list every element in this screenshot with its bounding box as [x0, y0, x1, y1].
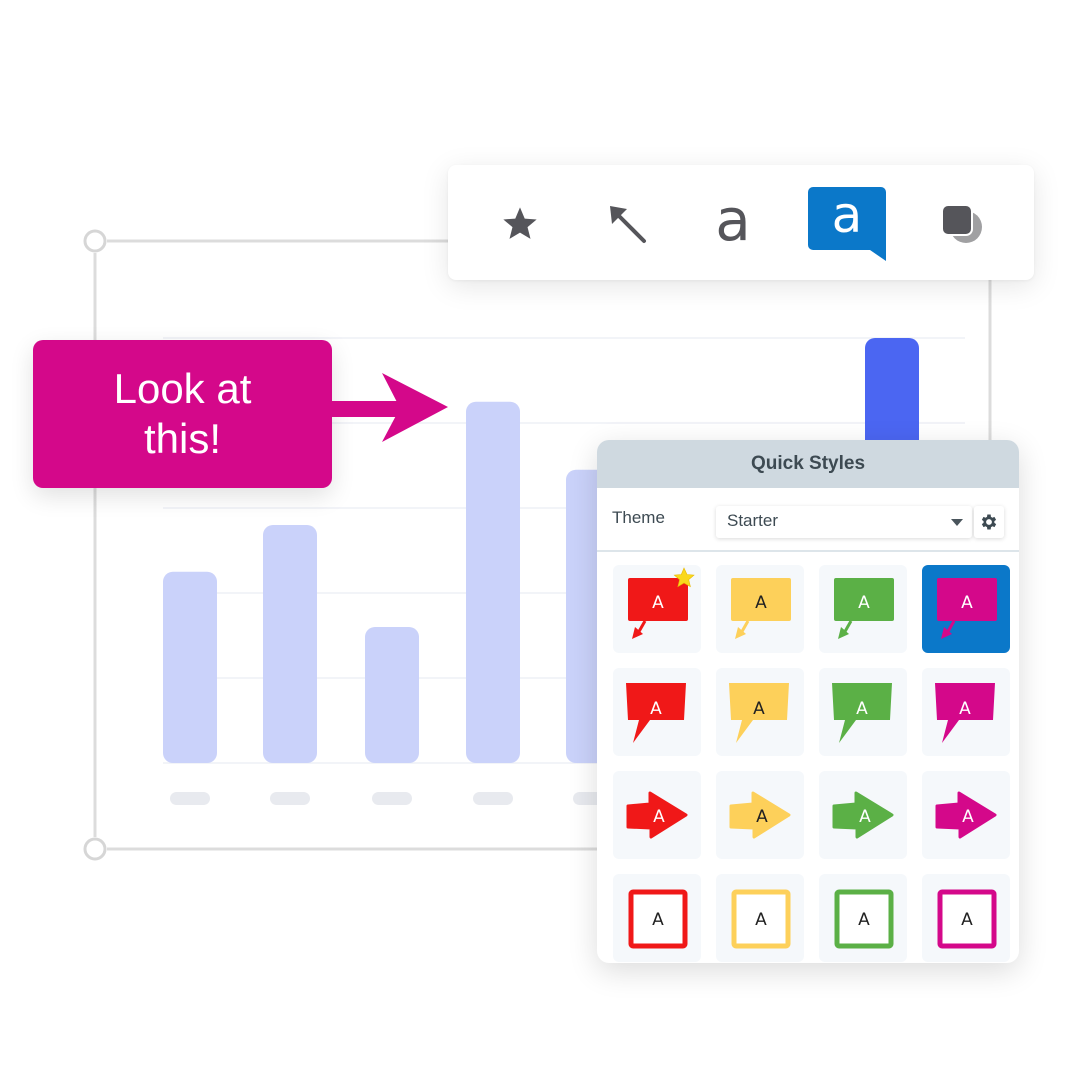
callout-box[interactable]: Look at this! — [33, 340, 332, 488]
quick-style-preview: A — [731, 889, 791, 949]
resize-handle-bottom-left[interactable] — [83, 837, 107, 861]
quick-style-outlined-box-green[interactable]: A — [819, 874, 907, 962]
quick-style-arrow-shape-magenta[interactable]: A — [922, 771, 1010, 859]
quick-style-speech-bubble-red[interactable]: A — [613, 668, 701, 756]
annotation-toolbar: a a — [448, 165, 1034, 280]
quick-style-callout-arrow-tail-red[interactable]: A — [613, 565, 701, 653]
svg-text:A: A — [753, 699, 765, 719]
quick-style-preview: A — [729, 791, 791, 839]
chart-x-ticks — [170, 792, 613, 805]
bar[interactable] — [466, 401, 520, 763]
quick-style-outlined-box-red[interactable]: A — [613, 874, 701, 962]
callout-text: Look at this! — [113, 365, 252, 462]
callout-pointer-arrow — [330, 373, 448, 442]
callout-tool-button[interactable]: a — [808, 186, 886, 261]
quick-style-outlined-box-yellow[interactable]: A — [716, 874, 804, 962]
theme-dropdown[interactable]: Starter — [716, 506, 972, 538]
quick-style-speech-bubble-yellow[interactable]: A — [716, 668, 804, 756]
quick-style-callout-arrow-tail-magenta[interactable]: A — [922, 565, 1010, 653]
x-tick-label-placeholder — [473, 792, 513, 805]
svg-text:A: A — [653, 807, 665, 827]
quick-style-preview: A — [626, 683, 686, 743]
quick-style-preview: A — [832, 683, 892, 743]
svg-text:A: A — [755, 593, 767, 613]
quick-style-preview: A — [628, 889, 688, 949]
svg-text:A: A — [755, 910, 767, 930]
quick-style-callout-arrow-tail-yellow[interactable]: A — [716, 565, 804, 653]
svg-text:A: A — [858, 593, 870, 613]
svg-text:A: A — [650, 699, 662, 719]
quick-style-preview: A — [729, 683, 789, 743]
shapes-icon — [941, 204, 982, 243]
bar[interactable] — [365, 627, 419, 763]
arrow-up-left-icon — [610, 206, 646, 243]
quick-style-speech-bubble-green[interactable]: A — [819, 668, 907, 756]
theme-label: Theme — [612, 508, 665, 527]
quick-style-preview: A — [834, 889, 894, 949]
quick-style-preview: A — [935, 791, 997, 839]
theme-dropdown-value: Starter — [727, 511, 779, 530]
svg-text:A: A — [858, 910, 870, 930]
svg-text:A: A — [856, 699, 868, 719]
quick-style-preview: A — [935, 683, 995, 743]
theme-settings-button[interactable] — [974, 506, 1004, 538]
svg-text:A: A — [961, 593, 973, 613]
quick-style-arrow-shape-green[interactable]: A — [819, 771, 907, 859]
text-tool-button[interactable]: a — [694, 188, 772, 260]
quick-styles-title: Quick Styles — [597, 440, 1019, 488]
svg-text:A: A — [962, 807, 974, 827]
quick-style-arrow-shape-red[interactable]: A — [613, 771, 701, 859]
quick-style-preview: A — [628, 567, 695, 639]
callout-a-glyph: a — [831, 186, 863, 244]
arrow-tool-button[interactable] — [588, 188, 666, 260]
quick-style-preview: A — [731, 578, 791, 639]
text-a-icon: a — [715, 186, 751, 254]
shape-tool-button[interactable] — [922, 188, 1000, 260]
svg-text:A: A — [959, 699, 971, 719]
quick-style-preview: A — [834, 578, 894, 639]
x-tick-label-placeholder — [270, 792, 310, 805]
gear-icon — [981, 514, 997, 530]
svg-text:A: A — [859, 807, 871, 827]
quick-style-callout-arrow-tail-green[interactable]: A — [819, 565, 907, 653]
quick-style-outlined-box-magenta[interactable]: A — [922, 874, 1010, 962]
bar[interactable] — [263, 525, 317, 763]
star-tool-button[interactable] — [481, 188, 559, 260]
svg-text:A: A — [961, 910, 973, 930]
quick-style-speech-bubble-magenta[interactable]: A — [922, 668, 1010, 756]
svg-text:A: A — [652, 593, 664, 613]
resize-handle-top-left[interactable] — [83, 229, 107, 253]
theme-row: Theme Starter — [597, 488, 1019, 552]
x-tick-label-placeholder — [170, 792, 210, 805]
quick-style-arrow-shape-yellow[interactable]: A — [716, 771, 804, 859]
quick-style-preview: A — [626, 791, 688, 839]
svg-text:A: A — [756, 807, 768, 827]
quick-styles-panel: Quick Styles Theme Starter A A A A A A A… — [597, 440, 1019, 963]
quick-style-preview: A — [832, 791, 894, 839]
svg-text:A: A — [652, 910, 664, 930]
chevron-down-icon — [951, 519, 963, 526]
x-tick-label-placeholder — [372, 792, 412, 805]
quick-style-preview: A — [937, 578, 997, 639]
quick-style-preview: A — [937, 889, 997, 949]
bar[interactable] — [163, 571, 217, 763]
star-icon — [503, 207, 537, 239]
